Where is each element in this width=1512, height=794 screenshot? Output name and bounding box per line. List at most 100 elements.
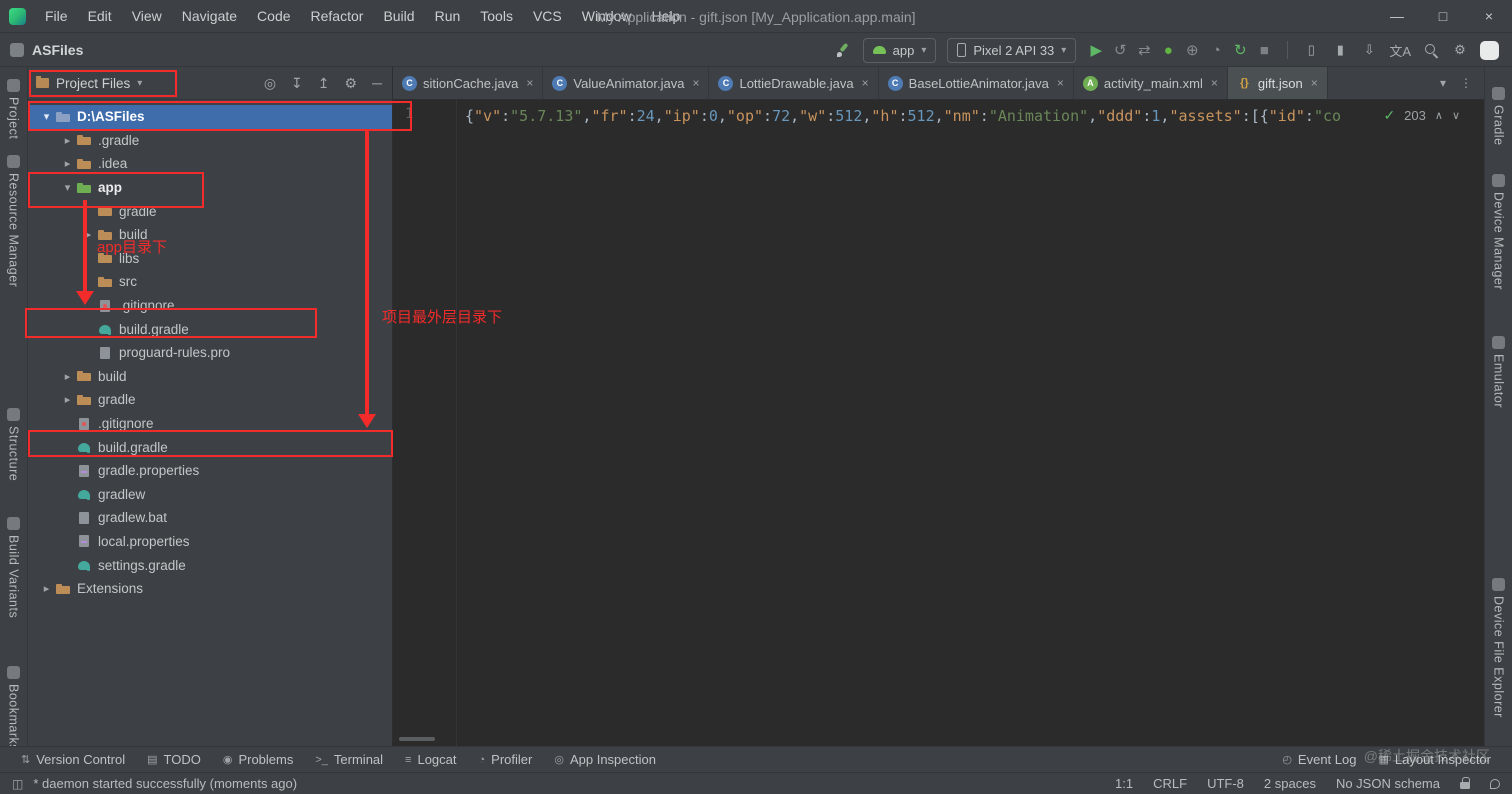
hidden-tabs-button[interactable]: ▾: [1440, 76, 1446, 90]
sync-gradle-button[interactable]: ↻: [1228, 37, 1252, 63]
menu-vcs[interactable]: VCS: [523, 0, 572, 32]
hide-panel-button[interactable]: ─: [372, 75, 382, 92]
translate-button[interactable]: 文A: [1386, 37, 1414, 63]
minimize-button[interactable]: —: [1374, 0, 1420, 32]
chevron-right-icon[interactable]: ▸: [38, 582, 55, 595]
chevron-right-icon[interactable]: ▸: [80, 228, 97, 241]
tool-button-device-file-explorer[interactable]: Device File Explorer: [1492, 577, 1506, 717]
menu-view[interactable]: View: [122, 0, 172, 32]
paintbrush-icon[interactable]: [831, 37, 855, 63]
notifications-icon[interactable]: [1490, 778, 1500, 789]
menu-tools[interactable]: Tools: [470, 0, 523, 32]
tree-item-gradlew-bat[interactable]: gradlew.bat: [28, 506, 392, 530]
tree-item-extensions[interactable]: ▸ Extensions: [28, 577, 392, 601]
tool-button-event-log[interactable]: ◴ Event Log: [1271, 752, 1367, 767]
stop-button[interactable]: ■: [1252, 37, 1276, 63]
panel-settings-button[interactable]: ⚙: [345, 75, 358, 92]
tool-button-emulator[interactable]: Emulator: [1492, 335, 1506, 408]
tree-item-idea[interactable]: ▸ .idea: [28, 152, 392, 176]
chevron-down-icon[interactable]: ▾: [59, 181, 76, 194]
tool-button-app-inspection[interactable]: ◎ App Inspection: [543, 747, 667, 772]
tool-button-gradle[interactable]: Gradle: [1492, 87, 1506, 146]
tool-button-logcat[interactable]: ≡ Logcat: [394, 747, 467, 772]
tool-button-todo[interactable]: ▤ TODO: [136, 747, 212, 772]
profile-button[interactable]: ◔: [1204, 37, 1228, 63]
tab-activity-main-xml[interactable]: Aactivity_main.xml ×: [1074, 67, 1228, 99]
chevron-right-icon[interactable]: ▸: [59, 393, 76, 406]
tree-item-build-gradle[interactable]: build.gradle: [28, 317, 392, 341]
tree-item-gradle[interactable]: ▸ gradle: [28, 388, 392, 412]
tree-item-gradlew[interactable]: gradlew: [28, 483, 392, 507]
menu-code[interactable]: Code: [247, 0, 300, 32]
close-tab-icon[interactable]: ×: [1311, 76, 1318, 90]
chevron-right-icon[interactable]: ▸: [59, 157, 76, 170]
menu-file[interactable]: File: [35, 0, 78, 32]
view-selector[interactable]: Project Files ▾: [36, 76, 142, 91]
tool-button-project[interactable]: Project: [7, 79, 21, 139]
tree-item-build[interactable]: ▸ build: [28, 223, 392, 247]
status-1-1[interactable]: 1:1: [1115, 776, 1133, 791]
run-config-dropdown[interactable]: app ▾: [862, 37, 937, 63]
status-no-json-schema[interactable]: No JSON schema: [1336, 776, 1440, 791]
tree-item-settings-gradle[interactable]: settings.gradle: [28, 553, 392, 577]
tool-button-version-control[interactable]: ⇅ Version Control: [10, 747, 136, 772]
tab-lottiedrawable-java[interactable]: C LottieDrawable.java ×: [709, 67, 879, 99]
tab-options-button[interactable]: ⋮: [1460, 76, 1472, 90]
avd-manager-button[interactable]: ▮: [1328, 37, 1352, 63]
chevron-right-icon[interactable]: ▸: [59, 370, 76, 383]
tab-gift-json[interactable]: {} gift.json ×: [1227, 67, 1328, 99]
close-tab-icon[interactable]: ×: [692, 76, 699, 90]
prev-problem-icon[interactable]: ∧: [1435, 109, 1443, 122]
tool-button-problems[interactable]: ◉ Problems: [212, 747, 305, 772]
tree-item-gradle-properties[interactable]: gradle.properties: [28, 459, 392, 483]
tool-button-bookmarks[interactable]: Bookmarks: [7, 666, 21, 751]
tool-button-resource-manager[interactable]: Resource Manager: [7, 155, 21, 288]
tool-button-terminal[interactable]: >_ Terminal: [304, 747, 394, 772]
close-tab-icon[interactable]: ×: [1211, 76, 1218, 90]
apply-code-changes-button[interactable]: ⇄: [1132, 37, 1156, 63]
collapse-all-button[interactable]: ↥: [318, 75, 330, 92]
close-button[interactable]: ×: [1466, 0, 1512, 32]
search-everywhere-button[interactable]: [1419, 37, 1443, 63]
tool-button-profiler[interactable]: ◔ Profiler: [468, 747, 544, 772]
attach-debugger-button[interactable]: ⊕: [1180, 37, 1204, 63]
close-tab-icon[interactable]: ×: [1057, 76, 1064, 90]
chevron-down-icon[interactable]: ▾: [38, 110, 55, 123]
tool-button-layout-inspector[interactable]: ▦ Layout Inspector: [1367, 752, 1502, 767]
menu-navigate[interactable]: Navigate: [172, 0, 247, 32]
status-crlf[interactable]: CRLF: [1153, 776, 1187, 791]
status-2-spaces[interactable]: 2 spaces: [1264, 776, 1316, 791]
tree-item-d-asfiles[interactable]: ▾ D:\ASFiles: [28, 105, 392, 129]
tool-button-build-variants[interactable]: Build Variants: [7, 516, 21, 618]
status-utf-8[interactable]: UTF-8: [1207, 776, 1244, 791]
close-tab-icon[interactable]: ×: [526, 76, 533, 90]
tab-baselottieanimator-java[interactable]: C BaseLottieAnimator.java ×: [879, 67, 1074, 99]
profile-avatar[interactable]: [1477, 37, 1502, 63]
tree-item-build[interactable]: ▸ build: [28, 365, 392, 389]
tree-item-libs[interactable]: libs: [28, 247, 392, 271]
menu-edit[interactable]: Edit: [78, 0, 122, 32]
tool-button-device-manager[interactable]: Device Manager: [1492, 173, 1506, 290]
tree-item-gradle[interactable]: ▸ .gradle: [28, 129, 392, 153]
settings-button[interactable]: ⚙: [1448, 37, 1472, 63]
menu-build[interactable]: Build: [373, 0, 424, 32]
sdk-manager-button[interactable]: ⇩: [1357, 37, 1381, 63]
locate-file-button[interactable]: ◎: [264, 75, 276, 92]
tree-item-src[interactable]: src: [28, 270, 392, 294]
project-name[interactable]: ASFiles: [32, 42, 83, 58]
tree-item-gradle[interactable]: gradle: [28, 199, 392, 223]
tree-item-gitignore[interactable]: .gitignore: [28, 412, 392, 436]
menu-refactor[interactable]: Refactor: [301, 0, 374, 32]
lock-icon[interactable]: [1460, 777, 1470, 789]
debug-button[interactable]: ●: [1156, 37, 1180, 63]
close-tab-icon[interactable]: ×: [862, 76, 869, 90]
tab-valueanimator-java[interactable]: C ValueAnimator.java ×: [543, 67, 710, 99]
apply-changes-button[interactable]: ↺: [1108, 37, 1132, 63]
code-line[interactable]: {"v":"5.7.13","fr":24,"ip":0,"op":72,"w"…: [457, 100, 1484, 746]
device-manager-button[interactable]: ▯: [1299, 37, 1323, 63]
tree-item-gitignore[interactable]: .gitignore: [28, 294, 392, 318]
horizontal-scrollbar[interactable]: [399, 737, 435, 741]
expand-all-button[interactable]: ↧: [291, 75, 303, 92]
tree-item-app[interactable]: ▾ app: [28, 176, 392, 200]
tree-item-local-properties[interactable]: local.properties: [28, 530, 392, 554]
